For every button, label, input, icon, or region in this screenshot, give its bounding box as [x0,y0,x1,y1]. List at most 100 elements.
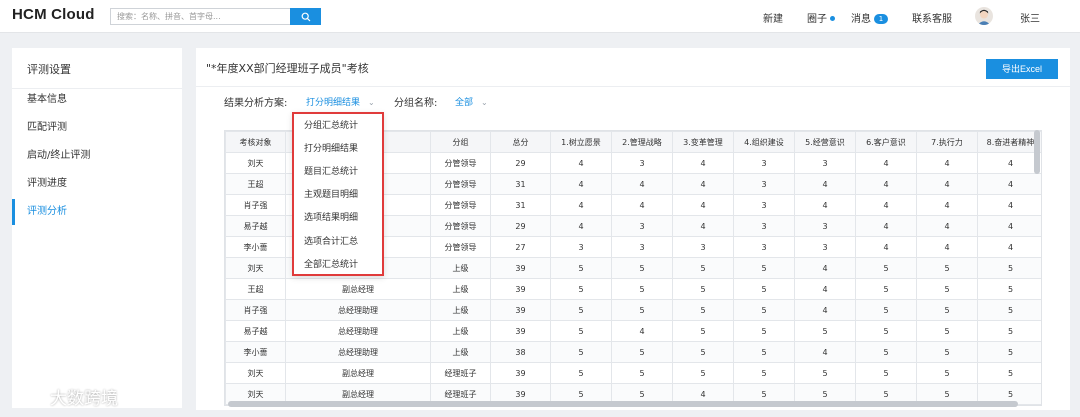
dropdown-item-group-summary[interactable]: 分组汇总统计 [304,118,358,131]
table-cell: 5 [977,341,1041,363]
table-cell: 副总经理 [285,278,431,300]
table-cell: 5 [550,299,612,321]
table-row[interactable]: 刘天 副总经理 经理班子 39 5 5 5 5 5 5 5 5 [225,362,1041,384]
table-cell: 31 [490,194,551,216]
user-name[interactable]: 张三 [1020,10,1040,25]
table-cell: 4 [916,152,978,174]
divider [196,86,1070,87]
table-row[interactable]: 王超 副总经理 上级 39 5 5 5 5 4 5 5 5 [225,278,1041,300]
column-header: 总分 [490,131,551,153]
messages-badge: 1 [874,14,888,24]
sidebar-item-match-evaluation[interactable]: 匹配评测 [12,115,182,141]
table-row[interactable]: 肖子强 总经理助理 上级 39 5 5 5 5 4 5 5 5 [225,299,1041,321]
table-cell: 分管领导 [430,173,491,195]
table-cell: 3 [611,215,673,237]
table-cell: 5 [672,362,734,384]
table-cell: 39 [490,278,551,300]
table-cell: 5 [916,341,978,363]
table-cell: 4 [855,194,917,216]
table-cell: 总经理助理 [285,341,431,363]
dropdown-item-option-detail[interactable]: 选项结果明细 [304,210,358,223]
table-cell: 4 [916,215,978,237]
table-cell: 总经理助理 [285,299,431,321]
table-cell: 3 [611,152,673,174]
table-cell: 5 [855,362,917,384]
table-cell: 39 [490,320,551,342]
horizontal-scrollbar[interactable] [228,401,1018,407]
table-cell: 5 [977,320,1041,342]
sidebar-item-basic-info[interactable]: 基本信息 [12,87,182,113]
table-cell: 刘天 [225,257,286,279]
table-cell: 3 [794,152,856,174]
table-cell: 4 [916,236,978,258]
table-cell: 李小蔷 [225,236,286,258]
nav-circle-label: 圈子 [807,14,827,25]
column-header: 分组 [430,131,491,153]
table-cell: 5 [855,341,917,363]
column-header: 6.客户意识 [855,131,917,153]
group-name-select[interactable]: 全部 ⌄ [455,95,488,108]
user-avatar-icon [977,9,991,25]
table-cell: 3 [672,236,734,258]
dropdown-item-question-summary[interactable]: 题目汇总统计 [304,164,358,177]
sidebar-item-analysis[interactable]: 评测分析 [12,199,182,225]
sidebar: 评测设置 基本信息 匹配评测 启动/终止评测 评测进度 评测分析 [12,48,182,408]
table-row[interactable]: 李小蔷 总经理助理 上级 38 5 5 5 5 4 5 5 5 [225,341,1041,363]
table-cell: 易子越 [225,215,286,237]
table-cell: 5 [916,278,978,300]
table-cell: 5 [977,299,1041,321]
table-cell: 39 [490,299,551,321]
table-cell: 4 [611,194,673,216]
table-cell: 5 [672,257,734,279]
table-cell: 5 [550,362,612,384]
notification-dot [830,16,835,21]
analysis-scheme-select[interactable]: 打分明细结果 ⌄ [306,95,375,108]
table-cell: 4 [977,215,1041,237]
dropdown-item-subjective-detail[interactable]: 主观题目明细 [304,187,358,200]
table-cell: 经理班子 [430,362,491,384]
avatar[interactable] [975,7,993,25]
table-cell: 4 [977,194,1041,216]
nav-messages[interactable]: 消息 1 [851,10,888,25]
table-cell: 4 [672,215,734,237]
watermark: 大数跨境 [10,384,118,409]
app-logo[interactable]: HCM Cloud [12,6,95,23]
table-cell: 刘天 [225,152,286,174]
dropdown-item-option-total[interactable]: 选项合计汇总 [304,234,358,247]
table-row[interactable]: 易子越 总经理助理 上级 39 5 4 5 5 5 5 5 5 [225,320,1041,342]
table-cell: 5 [794,362,856,384]
table-cell: 4 [794,278,856,300]
search-icon [301,12,310,21]
nav-support[interactable]: 联系客服 [912,10,952,25]
table-cell: 5 [611,278,673,300]
search-button[interactable] [290,8,321,25]
table-cell: 5 [977,362,1041,384]
sidebar-item-start-stop[interactable]: 启动/终止评测 [12,143,182,169]
table-cell: 4 [550,152,612,174]
sidebar-title: 评测设置 [27,63,71,76]
nav-new[interactable]: 新建 [763,10,783,25]
table-cell: 5 [916,320,978,342]
search-input[interactable]: 搜索：名称、拼音、首字母... [110,8,290,25]
nav-messages-label: 消息 [851,14,871,25]
table-cell: 易子越 [225,320,286,342]
dropdown-item-all-summary[interactable]: 全部汇总统计 [304,257,358,270]
column-header: 3.变革管理 [672,131,734,153]
vertical-scrollbar[interactable] [1034,130,1040,174]
column-header: 7.执行力 [916,131,978,153]
table-cell: 肖子强 [225,299,286,321]
table-cell: 5 [916,299,978,321]
table-cell: 上级 [430,320,491,342]
table-cell: 4 [855,236,917,258]
chevron-down-icon: ⌄ [368,98,375,107]
sidebar-item-progress[interactable]: 评测进度 [12,171,182,197]
table-cell: 5 [977,278,1041,300]
export-excel-button[interactable]: 导出Excel [986,59,1058,79]
table-cell: 4 [611,320,673,342]
table-cell: 3 [733,215,795,237]
table-cell: 5 [672,278,734,300]
dropdown-item-score-detail[interactable]: 打分明细结果 [304,141,358,154]
table-cell: 29 [490,152,551,174]
table-cell: 刘天 [225,362,286,384]
nav-circle[interactable]: 圈子 [807,10,835,25]
